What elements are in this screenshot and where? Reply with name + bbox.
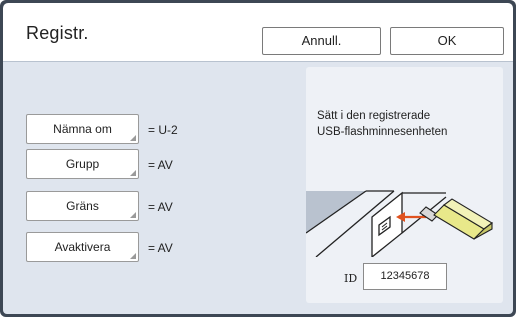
id-label: ID — [344, 272, 358, 285]
cancel-button[interactable]: Annull. — [262, 27, 381, 55]
instruction-line-1: Sätt i den registrerade — [317, 110, 431, 122]
rename-button[interactable]: Nämna om — [26, 114, 139, 144]
window-frame: Registr. Annull. OK Nämna om = U-2 Grupp… — [0, 0, 516, 317]
deactivate-button[interactable]: Avaktivera — [26, 232, 139, 262]
ok-button[interactable]: OK — [390, 27, 504, 55]
usb-insert-illustration-icon — [306, 190, 493, 257]
deactivate-value: = AV — [148, 241, 173, 255]
instruction-text: Sätt i den registrerade USB-flashminnese… — [317, 108, 497, 140]
rename-value: = U-2 — [148, 123, 178, 137]
usb-instruction-panel: Sätt i den registrerade USB-flashminnese… — [306, 67, 503, 303]
limit-button[interactable]: Gräns — [26, 191, 139, 221]
group-button[interactable]: Grupp — [26, 149, 139, 179]
header-bar: Registr. Annull. OK — [3, 3, 513, 61]
instruction-line-2: USB-flashminnesenheten — [317, 126, 448, 138]
id-field: 12345678 — [363, 263, 447, 290]
page-title: Registr. — [26, 23, 89, 43]
group-value: = AV — [148, 158, 173, 172]
limit-value: = AV — [148, 200, 173, 214]
